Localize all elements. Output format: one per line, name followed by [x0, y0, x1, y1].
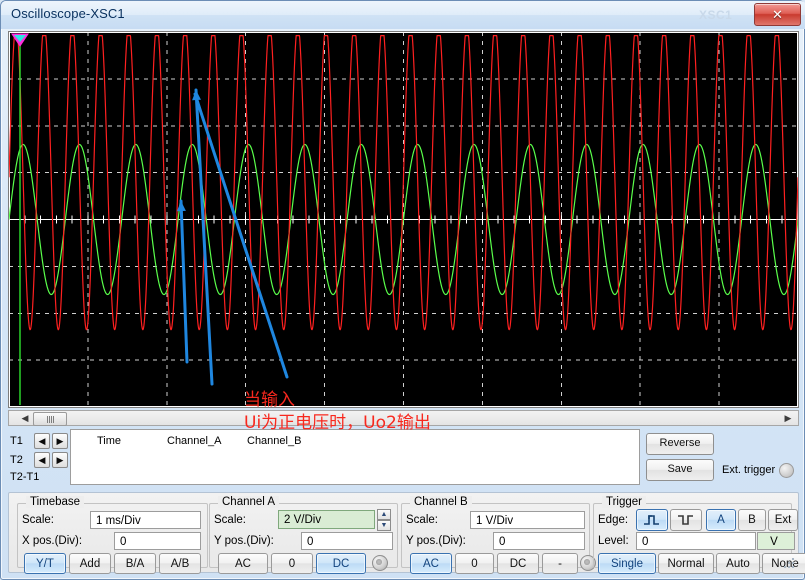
channel-a-ypos-label: Y pos.(Div): — [214, 535, 274, 547]
cursor-t1-label: T1 — [10, 435, 32, 447]
oscilloscope-window: Oscilloscope-XSC1 XSC1 ✕ ◀ ▶ T1 ◀ ▶ T2 ◀… — [0, 0, 805, 580]
trigger-mode-auto[interactable]: Auto — [716, 553, 760, 574]
timebase-title: Timebase — [26, 496, 84, 508]
cursor-t2-row: T2 ◀ ▶ — [10, 452, 68, 468]
control-panel: Timebase Scale: 1 ms/Div X pos.(Div): 0 … — [8, 492, 799, 573]
scrollbar-thumb[interactable] — [33, 412, 67, 426]
spinner-down-icon[interactable]: ▼ — [377, 520, 391, 531]
scope-canvas — [9, 32, 798, 407]
window-title: Oscilloscope-XSC1 — [11, 6, 125, 21]
timebase-mode-ab[interactable]: A/B — [159, 553, 201, 574]
timebase-xpos-input[interactable]: 0 — [114, 532, 201, 550]
ext-trigger-terminal-icon[interactable] — [779, 463, 794, 478]
channel-a-coupling-gnd[interactable]: 0 — [271, 553, 313, 574]
column-header-time: Time — [97, 435, 121, 447]
trigger-edge-label: Edge: — [598, 514, 628, 526]
falling-edge-icon — [677, 514, 695, 526]
trigger-mode-single[interactable]: Single — [598, 553, 656, 574]
channel-b-coupling-dc[interactable]: DC — [497, 553, 539, 574]
cursor-readout-panel: T1 ◀ ▶ T2 ◀ ▶ T2-T1 Time Channel_A Chann… — [8, 429, 799, 489]
channel-a-coupling-dc[interactable]: DC — [316, 553, 366, 574]
cursor-diff-label: T2-T1 — [10, 471, 39, 483]
watermark-label: XSC1 — [699, 8, 732, 22]
trigger-mode-normal[interactable]: Normal — [658, 553, 714, 574]
waveform-plot — [9, 32, 798, 407]
channel-a-terminal-icon[interactable] — [372, 555, 388, 571]
trigger-level-unit[interactable]: V — [757, 532, 795, 550]
channel-b-ypos-input[interactable]: 0 — [493, 532, 585, 550]
trigger-source-a[interactable]: A — [706, 509, 736, 531]
cursor-t2-label: T2 — [10, 454, 32, 466]
reverse-button[interactable]: Reverse — [646, 433, 714, 455]
trigger-source-ext[interactable]: Ext — [768, 509, 798, 531]
ext-trigger-label: Ext. trigger — [722, 464, 775, 476]
close-icon: ✕ — [755, 4, 800, 25]
timebase-scale-label: Scale: — [22, 514, 54, 526]
channel-a-scale-input[interactable]: 2 V/Div — [278, 510, 375, 529]
timebase-scrollbar[interactable]: ◀ ▶ — [8, 410, 799, 426]
channel-b-title: Channel B — [410, 496, 472, 508]
channel-b-coupling-gnd[interactable]: 0 — [455, 553, 494, 574]
save-button[interactable]: Save — [646, 459, 714, 481]
cursor-t2-right-button[interactable]: ▶ — [52, 452, 68, 468]
trigger-edge-falling-button[interactable] — [670, 509, 702, 531]
title-bar: Oscilloscope-XSC1 XSC1 ✕ — [1, 1, 805, 29]
close-button[interactable]: ✕ — [754, 3, 801, 26]
spinner-up-icon[interactable]: ▲ — [377, 509, 391, 520]
resize-grip-icon[interactable] — [784, 558, 795, 569]
cursor-t1-row: T1 ◀ ▶ — [10, 433, 68, 449]
channel-a-group: Channel A Scale: 2 V/Div ▲ ▼ Y pos.(Div)… — [209, 503, 398, 568]
trigger-group: Trigger Edge: A B Ext Level: 0 V Single … — [593, 503, 792, 568]
column-header-channel-b: Channel_B — [247, 435, 301, 447]
channel-b-coupling-ac[interactable]: AC — [410, 553, 452, 574]
timebase-mode-yt[interactable]: Y/T — [24, 553, 66, 574]
rising-edge-icon — [643, 514, 661, 526]
trigger-level-input[interactable]: 0 — [636, 532, 756, 550]
scope-screen[interactable] — [8, 31, 799, 408]
cursor-diff-row: T2-T1 — [10, 471, 39, 483]
trigger-level-label: Level: — [598, 535, 629, 547]
cursor-controls: T1 ◀ ▶ T2 ◀ ▶ T2-T1 — [10, 429, 68, 487]
channel-a-coupling-ac[interactable]: AC — [218, 553, 268, 574]
timebase-group: Timebase Scale: 1 ms/Div X pos.(Div): 0 … — [17, 503, 208, 568]
scroll-left-arrow-icon[interactable]: ◀ — [17, 411, 33, 425]
channel-b-invert[interactable]: - — [542, 553, 578, 574]
cursor-t2-left-button[interactable]: ◀ — [34, 452, 50, 468]
timebase-mode-ba[interactable]: B/A — [114, 553, 156, 574]
channel-a-title: Channel A — [218, 496, 279, 508]
channel-a-ypos-input[interactable]: 0 — [301, 532, 393, 550]
timebase-scale-input[interactable]: 1 ms/Div — [90, 511, 201, 529]
trigger-source-b[interactable]: B — [738, 509, 766, 531]
cursor-t1-right-button[interactable]: ▶ — [52, 433, 68, 449]
timebase-mode-add[interactable]: Add — [69, 553, 111, 574]
channel-b-ypos-label: Y pos.(Div): — [406, 535, 466, 547]
channel-a-scale-spinner[interactable]: ▲ ▼ — [377, 509, 391, 531]
channel-b-group: Channel B Scale: 1 V/Div Y pos.(Div): 0 … — [401, 503, 590, 568]
measurement-table[interactable]: Time Channel_A Channel_B — [70, 429, 640, 485]
trigger-edge-rising-button[interactable] — [636, 509, 668, 531]
cursor-t1-left-button[interactable]: ◀ — [34, 433, 50, 449]
channel-a-scale-label: Scale: — [214, 514, 246, 526]
channel-b-scale-label: Scale: — [406, 514, 438, 526]
trigger-title: Trigger — [602, 496, 646, 508]
scroll-right-arrow-icon[interactable]: ▶ — [780, 411, 796, 425]
timebase-xpos-label: X pos.(Div): — [22, 535, 82, 547]
channel-b-scale-input[interactable]: 1 V/Div — [470, 511, 585, 529]
column-header-channel-a: Channel_A — [167, 435, 221, 447]
